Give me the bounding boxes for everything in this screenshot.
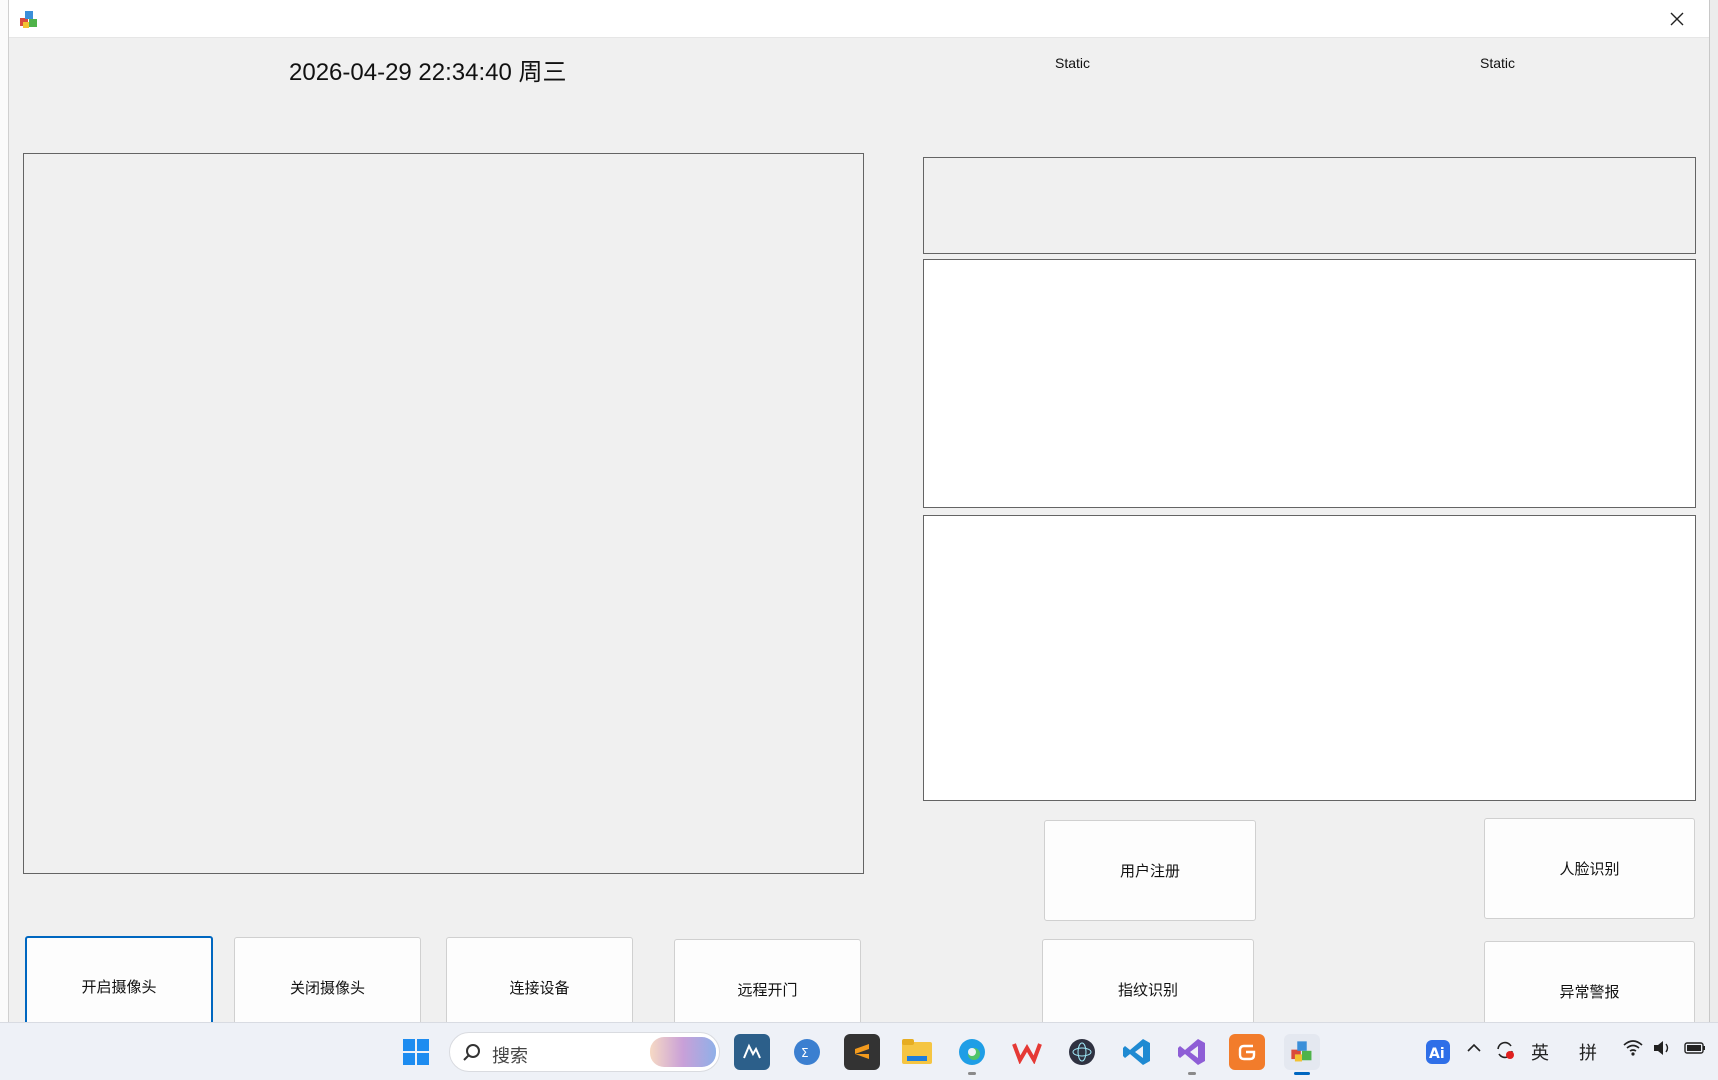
user-register-button[interactable]: 用户注册 bbox=[1044, 820, 1256, 921]
taskbar-search[interactable]: 搜索 bbox=[449, 1032, 720, 1072]
windows-icon bbox=[403, 1039, 429, 1065]
battery-icon[interactable] bbox=[1683, 1039, 1707, 1062]
close-camera-button[interactable]: 关闭摄像头 bbox=[234, 937, 421, 1022]
search-placeholder: 搜索 bbox=[492, 1046, 528, 1067]
app-window: 2026-04-29 22:34:40 周三 Static Static 用户注… bbox=[9, 0, 1709, 1022]
edge-browser-icon[interactable] bbox=[954, 1034, 990, 1075]
sync-icon[interactable] bbox=[1494, 1039, 1516, 1066]
electron-app-icon[interactable] bbox=[1064, 1034, 1100, 1070]
datetime-label: 2026-04-29 22:34:40 周三 bbox=[289, 59, 567, 86]
vscode-icon[interactable] bbox=[1119, 1034, 1155, 1070]
camera-preview-panel bbox=[23, 153, 864, 874]
volume-icon[interactable] bbox=[1652, 1039, 1672, 1062]
info-panel-middle bbox=[923, 259, 1696, 508]
wifi-icon[interactable] bbox=[1622, 1039, 1644, 1062]
close-icon bbox=[1670, 12, 1684, 26]
input-method-pinyin[interactable]: 拼 bbox=[1579, 1039, 1597, 1065]
gitee-icon[interactable] bbox=[1229, 1034, 1265, 1070]
open-camera-button[interactable]: 开启摄像头 bbox=[25, 936, 213, 1022]
svg-text:Ai: Ai bbox=[1429, 1046, 1445, 1062]
sublime-text-icon[interactable] bbox=[844, 1034, 880, 1070]
svg-text:Σ: Σ bbox=[801, 1046, 809, 1060]
connect-device-button[interactable]: 连接设备 bbox=[446, 937, 633, 1022]
search-highlight-image bbox=[650, 1037, 716, 1067]
start-button[interactable] bbox=[398, 1034, 434, 1070]
fingerprint-recognition-button[interactable]: 指纹识别 bbox=[1042, 939, 1254, 1022]
background-window-edge bbox=[0, 0, 9, 1022]
navicat-icon[interactable]: Σ bbox=[789, 1034, 825, 1070]
title-bar bbox=[9, 0, 1709, 38]
face-recognition-button[interactable]: 人脸识别 bbox=[1484, 818, 1695, 919]
info-panel-top bbox=[923, 157, 1696, 254]
static-label-2: Static bbox=[1480, 55, 1516, 71]
ai-assistant-icon[interactable]: Ai bbox=[1420, 1034, 1456, 1070]
file-explorer-icon[interactable] bbox=[899, 1034, 935, 1070]
search-icon bbox=[463, 1044, 480, 1061]
chevron-up-icon[interactable] bbox=[1465, 1039, 1483, 1062]
wps-office-icon[interactable] bbox=[1009, 1034, 1045, 1070]
abnormal-alarm-button[interactable]: 异常警报 bbox=[1484, 941, 1695, 1022]
app-icon bbox=[18, 9, 40, 31]
remote-open-door-button[interactable]: 远程开门 bbox=[674, 939, 861, 1022]
visual-studio-icon[interactable] bbox=[1174, 1034, 1210, 1075]
mysql-workbench-icon[interactable] bbox=[734, 1034, 770, 1070]
info-panel-bottom bbox=[923, 515, 1696, 801]
close-button[interactable] bbox=[1659, 4, 1695, 34]
static-label-1: Static bbox=[1055, 55, 1091, 71]
background-window-edge-right bbox=[1709, 0, 1718, 1022]
input-language-en[interactable]: 英 bbox=[1531, 1039, 1549, 1065]
current-app-taskbar-icon[interactable] bbox=[1284, 1034, 1320, 1075]
taskbar: 搜索 Σ Ai 英 拼 bbox=[0, 1022, 1718, 1080]
